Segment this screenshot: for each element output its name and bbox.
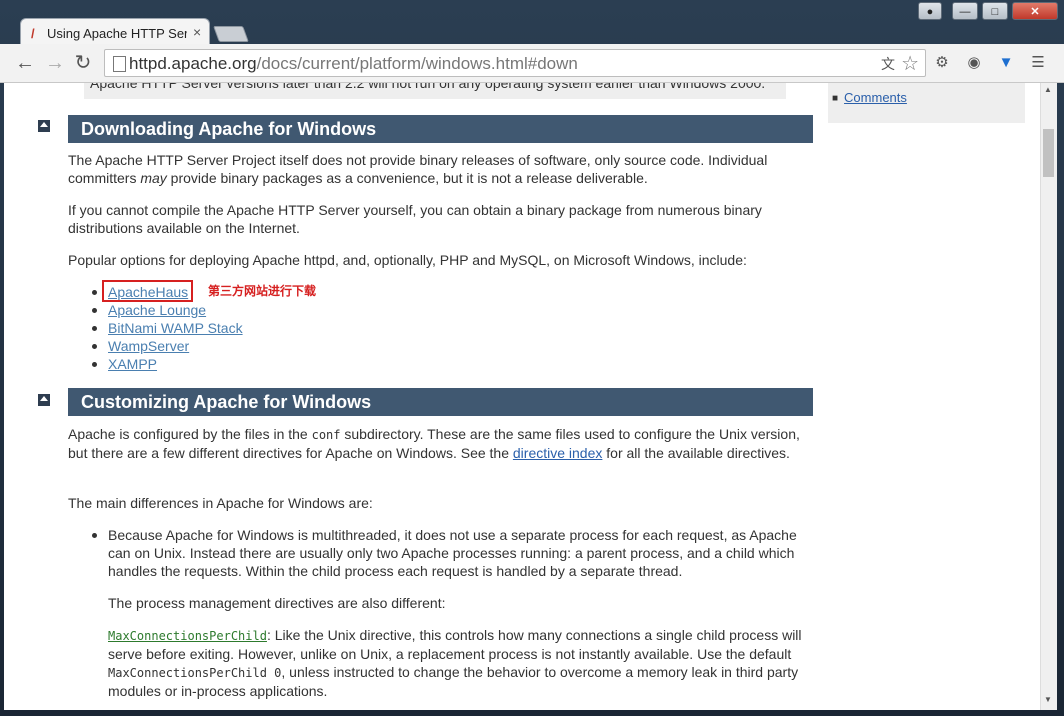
top-note: Apache HTTP Server versions later than 2… (84, 83, 786, 99)
scroll-down-icon[interactable]: ▼ (1044, 695, 1052, 704)
user-profile-button[interactable]: ● (918, 2, 942, 20)
directive-index-link[interactable]: directive index (513, 445, 603, 461)
reload-icon[interactable]: ↻ (70, 50, 96, 76)
close-window-button[interactable]: ✕ (1012, 2, 1058, 20)
tab-title: Using Apache HTTP Ser (47, 26, 187, 41)
tab-strip: / Using Apache HTTP Ser × ● — □ ✕ (0, 0, 1064, 46)
sidebar: ■ Comments (828, 83, 1025, 123)
apache-lounge-link[interactable]: Apache Lounge (108, 301, 206, 319)
paragraph: The main differences in Apache for Windo… (68, 495, 373, 511)
back-icon[interactable]: ← (12, 50, 38, 76)
paragraph: If you cannot compile the Apache HTTP Se… (68, 202, 762, 236)
star-icon[interactable]: ☆ (901, 51, 919, 76)
page-viewport: Apache HTTP Server versions later than 2… (4, 83, 1040, 710)
section-heading: Downloading Apache for Windows (68, 115, 813, 143)
top-arrow-icon[interactable] (38, 120, 50, 132)
maximize-button[interactable]: □ (982, 2, 1008, 20)
wampserver-link[interactable]: WampServer (108, 337, 189, 355)
tab-active[interactable]: / Using Apache HTTP Ser × (20, 18, 210, 46)
xampp-link[interactable]: XAMPP (108, 355, 157, 373)
close-tab-icon[interactable]: × (193, 24, 201, 40)
window-controls: ● — □ ✕ (918, 2, 1058, 20)
extension-icon[interactable]: ◉ (964, 53, 984, 73)
browser-window: / Using Apache HTTP Ser × ● — □ ✕ ← → ↻ … (0, 0, 1064, 716)
section-heading: Customizing Apache for Windows (68, 388, 813, 416)
paragraph: Apache is configured by the files in the… (68, 426, 800, 461)
forward-icon[interactable]: → (42, 50, 68, 76)
window-bottom-edge (0, 710, 1064, 716)
paragraph: The Apache HTTP Server Project itself do… (68, 152, 768, 186)
address-bar[interactable]: httpd.apache.org/docs/current/platform/w… (104, 49, 926, 77)
minimize-button[interactable]: — (952, 2, 978, 20)
scroll-up-icon[interactable]: ▲ (1044, 85, 1052, 94)
menu-icon[interactable]: ☰ (1028, 53, 1048, 73)
paragraph: MaxConnectionsPerChild: Like the Unix di… (108, 627, 802, 699)
scroll-thumb[interactable] (1043, 129, 1054, 177)
paragraph: Popular options for deploying Apache htt… (68, 252, 747, 268)
bullet-paragraph: Because Apache for Windows is multithrea… (108, 527, 797, 579)
highlight-box (102, 280, 193, 302)
paragraph: The process management directives are al… (108, 595, 446, 611)
apache-feather-icon: / (31, 26, 35, 41)
sidebar-item-comments: ■ Comments (832, 90, 907, 105)
extension-icon[interactable]: ⚙ (932, 53, 952, 73)
browser-toolbar: ← → ↻ httpd.apache.org/docs/current/plat… (0, 44, 1064, 83)
url-text[interactable]: httpd.apache.org/docs/current/platform/w… (129, 54, 578, 74)
vertical-scrollbar[interactable]: ▲ ▼ (1040, 83, 1057, 710)
comments-link[interactable]: Comments (844, 90, 907, 105)
top-arrow-icon[interactable] (38, 394, 50, 406)
maxconnectionsperchild-link[interactable]: MaxConnectionsPerChild (108, 629, 267, 643)
annotation-text: 第三方网站进行下载 (208, 284, 317, 298)
page-icon (113, 56, 126, 72)
new-tab-button[interactable] (213, 26, 249, 42)
shield-icon[interactable]: ▼ (996, 53, 1016, 73)
translate-icon[interactable]: 文 (881, 54, 895, 74)
bitnami-wamp-link[interactable]: BitNami WAMP Stack (108, 319, 243, 337)
bullet-dot (92, 533, 97, 538)
